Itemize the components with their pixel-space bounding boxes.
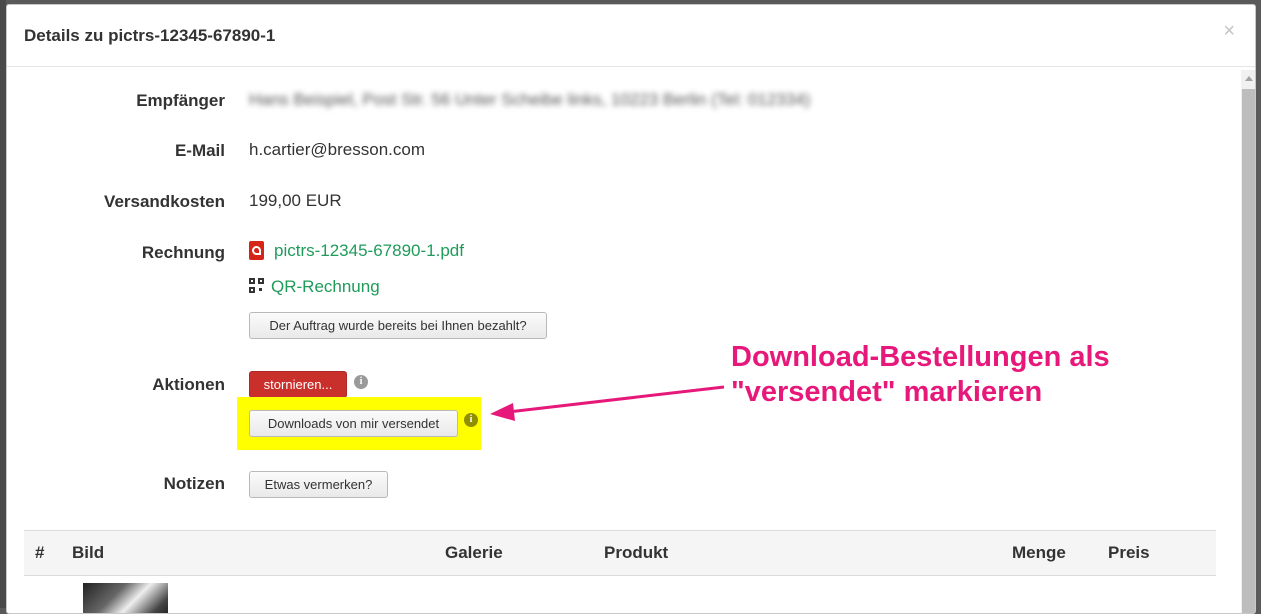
close-icon[interactable]: ×	[1223, 20, 1235, 43]
table-header: # Bild Galerie Produkt Menge Preis	[24, 530, 1216, 576]
email-label: E-Mail	[174, 141, 225, 160]
add-note-button[interactable]: Etwas vermerken?	[249, 471, 388, 498]
col-price: Preis	[1108, 543, 1150, 562]
recipient-value: Hans Beispiel, Post Str. 56 Unter Scheib…	[249, 90, 811, 109]
already-paid-button[interactable]: Der Auftrag wurde bereits bei Ihnen beza…	[249, 312, 547, 339]
invoice-label: Rechnung	[141, 243, 225, 262]
scrollbar[interactable]	[1241, 70, 1255, 613]
email-value: h.cartier@bresson.com	[249, 140, 425, 159]
downloads-sent-button[interactable]: Downloads von mir versendet	[249, 410, 458, 437]
annotation-text: Download-Bestellungen als "versendet" ma…	[731, 341, 1110, 408]
product-thumbnail[interactable]	[83, 583, 168, 613]
qr-invoice-link[interactable]: QR-Rechnung	[271, 277, 380, 297]
col-image: Bild	[72, 543, 105, 562]
col-number: #	[35, 543, 45, 562]
actions-label: Aktionen	[152, 375, 225, 394]
scrollbar-thumb[interactable]	[1242, 89, 1255, 613]
invoice-pdf-link[interactable]: pictrs-12345-67890-1.pdf	[274, 241, 464, 261]
modal-title: Details zu pictrs-12345-67890-1	[24, 26, 276, 45]
scroll-up-arrow-icon[interactable]	[1245, 76, 1253, 81]
cancel-order-button[interactable]: stornieren...	[249, 371, 347, 398]
info-icon[interactable]: i	[354, 375, 368, 389]
recipient-label: Empfänger	[136, 91, 225, 110]
order-details-modal: Details zu pictrs-12345-67890-1 × Empfän…	[6, 4, 1256, 614]
shipping-cost-label: Versandkosten	[104, 192, 225, 211]
col-product: Produkt	[604, 543, 669, 562]
pdf-icon	[249, 241, 264, 260]
col-gallery: Galerie	[445, 543, 503, 562]
info-icon-downloads[interactable]: i	[464, 413, 478, 427]
col-quantity: Menge	[1012, 543, 1066, 562]
notes-label: Notizen	[163, 474, 225, 493]
shipping-cost-value: 199,00 EUR	[249, 191, 342, 210]
modal-header: Details zu pictrs-12345-67890-1 ×	[7, 5, 1255, 67]
qr-code-icon	[249, 278, 264, 293]
